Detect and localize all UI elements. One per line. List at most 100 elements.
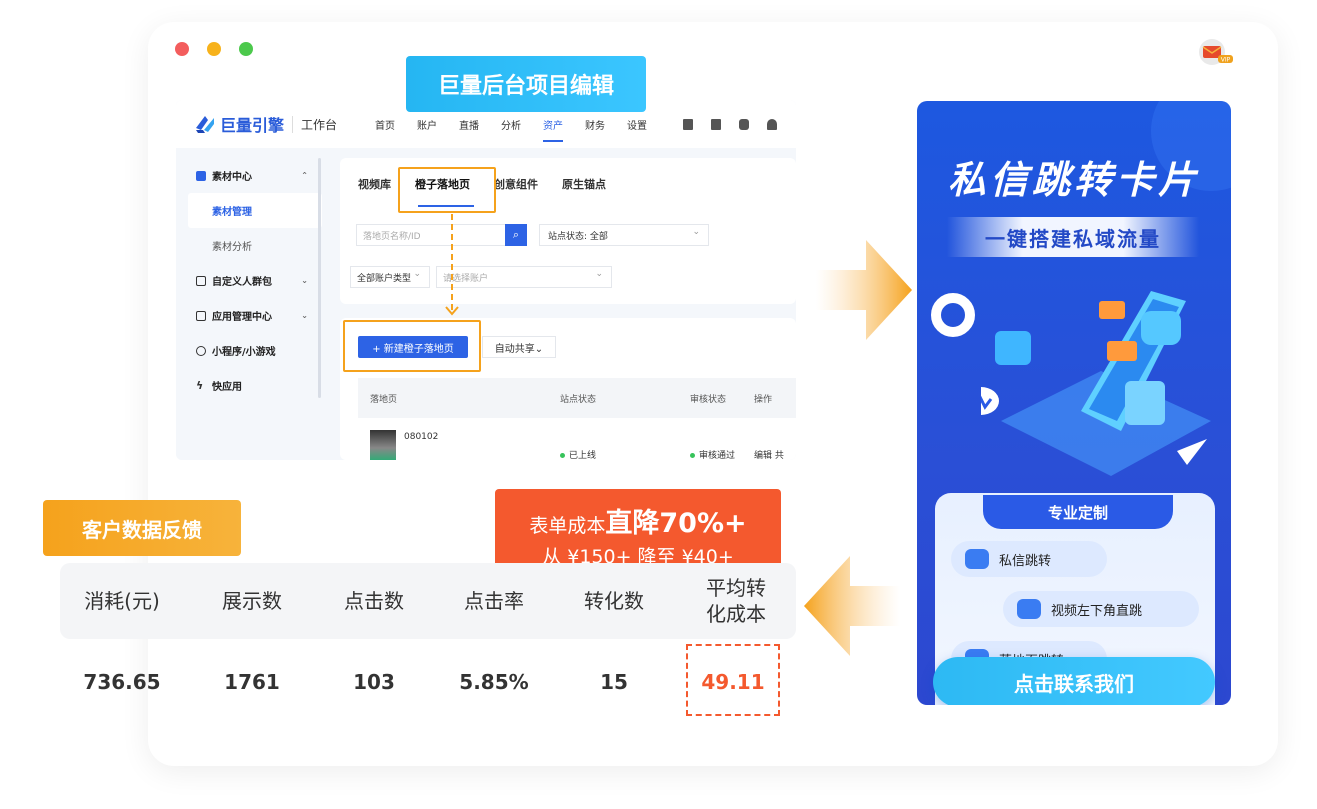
stat-value-clicks: 103 bbox=[353, 670, 395, 694]
card-subtitle: 一键搭建私域流量 bbox=[947, 217, 1199, 257]
sidebar-item-label: 素材中心 bbox=[212, 172, 252, 183]
table-row[interactable]: 080102 已上线 审核通过 编辑 共 bbox=[358, 426, 796, 460]
nav-item-assets[interactable]: 资产 bbox=[543, 117, 564, 142]
panel-title: 专业定制 bbox=[983, 495, 1173, 529]
feedback-label: 客户数据反馈 bbox=[43, 500, 241, 556]
sidebar-item-miniprogram[interactable]: 小程序/小游戏 bbox=[176, 333, 322, 368]
private-message-card: 私信跳转卡片 一键搭建私域流量 专业定制 私信跳转 视频左下角直跳 落地页跳转 … bbox=[917, 101, 1231, 705]
nav-item-analysis[interactable]: 分析 bbox=[501, 117, 521, 132]
arrow-right-icon bbox=[816, 240, 912, 340]
arrow-left-icon bbox=[804, 556, 900, 656]
row-actions[interactable]: 编辑 共 bbox=[754, 448, 784, 460]
window-controls bbox=[175, 42, 253, 56]
promo-prefix: 表单成本 bbox=[529, 515, 606, 537]
app-icon bbox=[196, 310, 206, 321]
vip-envelope-icon: VIP bbox=[1199, 39, 1233, 65]
landing-search-input[interactable]: 落地页名称/ID bbox=[356, 224, 506, 246]
filter-row: 落地页名称/ID ⌕ 站点状态: 全部 bbox=[356, 224, 709, 246]
nav-item-live[interactable]: 直播 bbox=[459, 117, 479, 132]
promo-highlight: 直降70%+ bbox=[605, 508, 747, 539]
sidebar-item-label: 自定义人群包 bbox=[212, 277, 272, 288]
workspace-label: 工作台 bbox=[292, 115, 337, 133]
tab-creative-components[interactable]: 创意组件 bbox=[494, 176, 538, 192]
col-site-status: 站点状态 bbox=[560, 395, 597, 405]
nav-item-settings[interactable]: 设置 bbox=[627, 117, 647, 132]
stat-value-cost: 736.65 bbox=[83, 670, 161, 694]
sidebar-item-label: 快应用 bbox=[212, 382, 242, 393]
stat-header-impressions: 展示数 bbox=[222, 589, 282, 613]
stat-header-avg-cost: 平均转 化成本 bbox=[706, 576, 766, 626]
sidebar-item-material-center[interactable]: 素材中心 ⌃ bbox=[176, 158, 322, 193]
project-edit-banner: 巨量后台项目编辑 bbox=[406, 56, 646, 112]
contact-us-button[interactable]: 点击联系我们 bbox=[933, 657, 1215, 705]
sidebar-item-label: 素材分析 bbox=[212, 242, 252, 253]
stat-header-conversions: 转化数 bbox=[584, 589, 644, 613]
option-video-jump[interactable]: 视频左下角直跳 bbox=[1003, 591, 1199, 627]
stat-header-clicks: 点击数 bbox=[344, 589, 404, 613]
review-status: 审核通过 bbox=[690, 448, 735, 460]
sidebar-item-app-center[interactable]: 应用管理中心 ⌄ bbox=[176, 298, 322, 333]
sidebar-item-material-analysis[interactable]: 素材分析 bbox=[176, 228, 322, 263]
arrow-down-icon bbox=[445, 306, 459, 316]
nav-item-account[interactable]: 账户 bbox=[417, 117, 437, 132]
avg-cost-highlight-box bbox=[686, 644, 780, 716]
video-play-icon bbox=[1017, 599, 1041, 619]
miniprogram-icon bbox=[196, 345, 206, 356]
sidebar-item-label: 素材管理 bbox=[212, 207, 252, 218]
landing-thumbnail bbox=[370, 430, 396, 460]
card-title: 私信跳转卡片 bbox=[947, 158, 1200, 202]
auto-share-select[interactable]: 自动共享⌄ bbox=[482, 336, 556, 358]
sidebar-item-audience[interactable]: 自定义人群包 ⌄ bbox=[176, 263, 322, 298]
col-review-status: 审核状态 bbox=[690, 395, 727, 405]
brand-mark-icon bbox=[196, 116, 214, 133]
nav-item-finance[interactable]: 财务 bbox=[585, 117, 605, 132]
account-row: 全部账户类型 请选择账户 bbox=[350, 266, 612, 288]
document-icon[interactable] bbox=[683, 118, 694, 130]
search-button[interactable]: ⌕ bbox=[505, 224, 527, 246]
phone-illustration-icon bbox=[981, 291, 1211, 476]
chat-icon bbox=[965, 549, 989, 569]
brand-name: 巨量引擎 bbox=[220, 116, 285, 135]
status-value: 全部 bbox=[589, 231, 608, 242]
brand-logo[interactable]: 巨量引擎 工作台 bbox=[194, 112, 337, 136]
sidebar: 素材中心 ⌃ 素材管理 素材分析 自定义人群包 ⌄ 应用管理中心 ⌄ 小程序/小… bbox=[176, 148, 322, 460]
site-status: 已上线 bbox=[560, 448, 596, 460]
stat-value-ctr: 5.85% bbox=[459, 670, 529, 694]
chevron-up-icon: ⌃ bbox=[301, 171, 308, 180]
stat-header-cost: 消耗(元) bbox=[84, 589, 160, 613]
maximize-dot[interactable] bbox=[239, 42, 253, 56]
option-private-message[interactable]: 私信跳转 bbox=[951, 541, 1107, 577]
table-header: 落地页 站点状态 审核状态 操作 bbox=[358, 378, 796, 418]
sidebar-item-quickapp[interactable]: ϟ 快应用 bbox=[176, 368, 322, 403]
ring-icon bbox=[931, 293, 975, 337]
sidebar-item-material-manage[interactable]: 素材管理 bbox=[188, 193, 322, 228]
dashed-connector bbox=[451, 214, 453, 310]
sidebar-item-label: 应用管理中心 bbox=[212, 312, 272, 323]
landing-id: 080102 bbox=[404, 432, 439, 442]
tab-video-library[interactable]: 视频库 bbox=[358, 176, 391, 192]
col-landing: 落地页 bbox=[370, 395, 398, 405]
col-actions: 操作 bbox=[754, 395, 773, 405]
stats-header: 消耗(元) 展示数 点击数 点击率 转化数 平均转 化成本 bbox=[60, 563, 796, 639]
tab-native-anchor[interactable]: 原生锚点 bbox=[562, 176, 606, 192]
dashboard-panel: 巨量引擎 工作台 首页 账户 直播 分析 资产 财务 设置 素材中心 ⌃ 素材管… bbox=[176, 100, 796, 460]
account-type-select[interactable]: 全部账户类型 bbox=[350, 266, 430, 288]
chevron-down-icon: ⌄ bbox=[301, 276, 308, 285]
button-highlight-box bbox=[343, 320, 481, 372]
bell-icon[interactable] bbox=[767, 118, 778, 130]
video-icon bbox=[196, 170, 206, 181]
stat-value-conversions: 15 bbox=[600, 670, 628, 694]
close-dot[interactable] bbox=[175, 42, 189, 56]
sidebar-scrollbar[interactable] bbox=[318, 158, 321, 398]
account-select[interactable]: 请选择账户 bbox=[436, 266, 612, 288]
nav-item-home[interactable]: 首页 bbox=[375, 117, 395, 132]
top-icons bbox=[683, 118, 778, 130]
minimize-dot[interactable] bbox=[207, 42, 221, 56]
clipboard-icon[interactable] bbox=[711, 118, 722, 130]
status-select[interactable]: 站点状态: 全部 bbox=[539, 224, 709, 246]
thumb-icon[interactable] bbox=[739, 118, 750, 130]
stat-header-ctr: 点击率 bbox=[464, 589, 524, 613]
chevron-down-icon: ⌄ bbox=[301, 311, 308, 320]
stat-value-impressions: 1761 bbox=[224, 670, 280, 694]
svg-text:VIP: VIP bbox=[1221, 56, 1231, 63]
